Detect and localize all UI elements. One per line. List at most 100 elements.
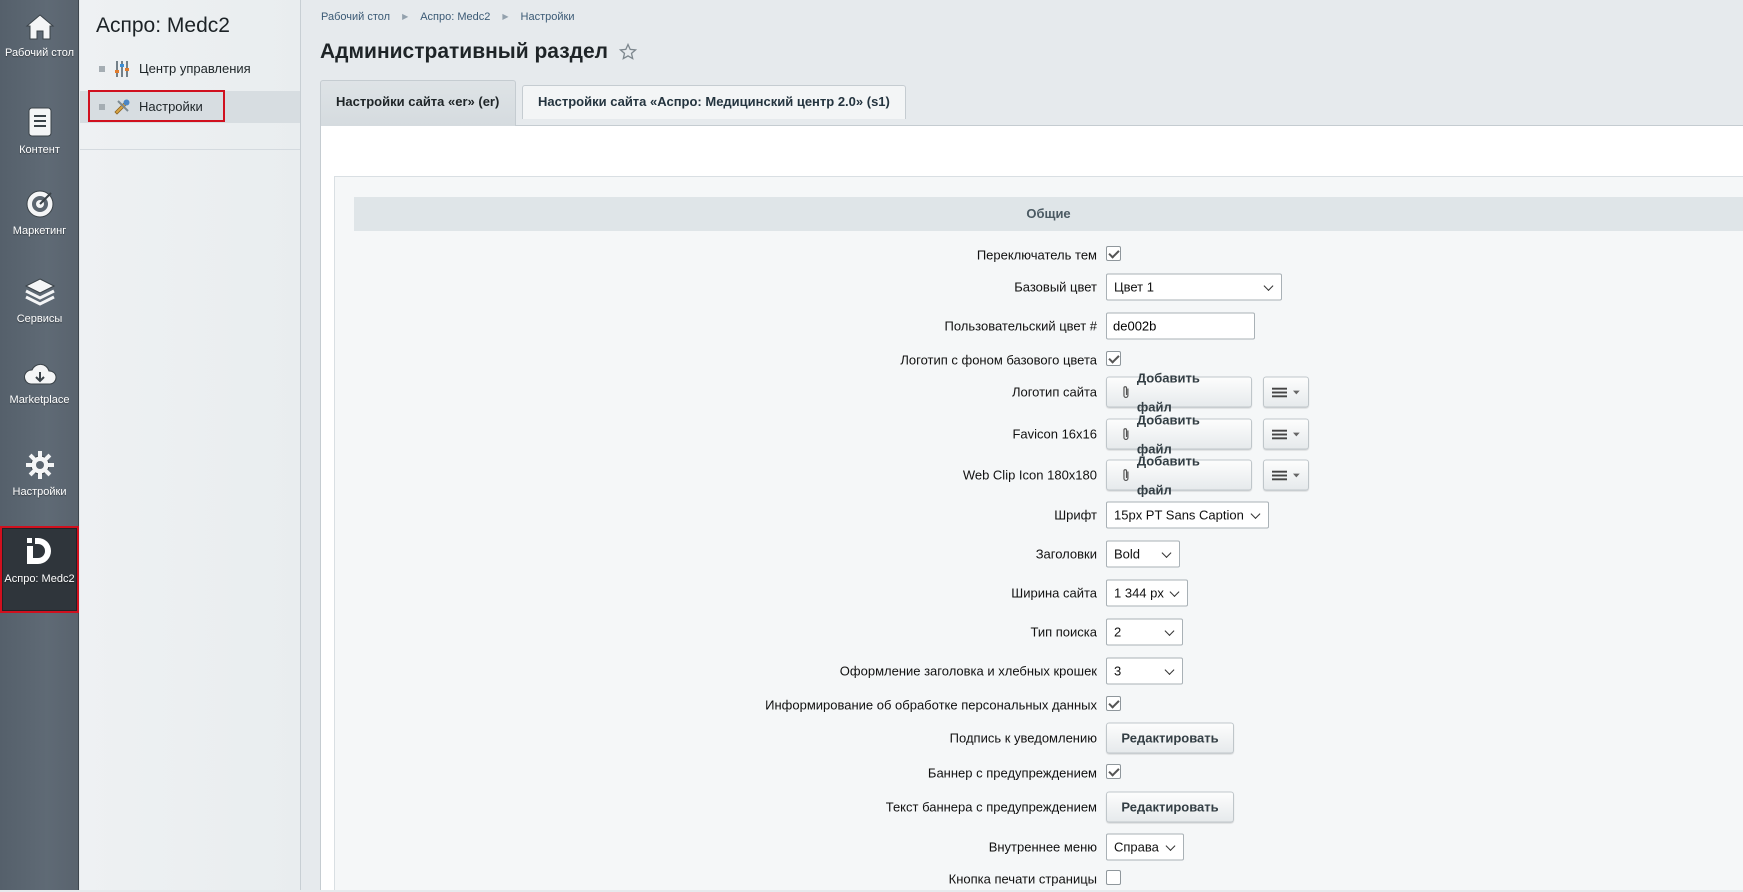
breadcrumb: Рабочий стол ▶ Аспро: Medc2 ▶ Настройки: [321, 11, 574, 23]
tab-site-er[interactable]: Настройки сайта «er» (er): [320, 80, 516, 126]
field-label: Внутреннее меню: [988, 839, 1097, 855]
rail-item-settings[interactable]: Настройки: [0, 450, 79, 498]
section-header: Общие: [354, 197, 1743, 231]
rail-item-services[interactable]: Сервисы: [0, 277, 79, 325]
star-icon[interactable]: [619, 43, 638, 61]
favicon-add-file-button[interactable]: Добавить файл: [1106, 412, 1252, 456]
row-favicon: Favicon 16x16 Добавить файл: [600, 412, 1700, 456]
selection-highlight: [88, 90, 225, 122]
menu-icon: [1272, 387, 1288, 397]
gear-icon: [25, 451, 54, 479]
menu-divider: [80, 149, 300, 150]
field-label: Ширина сайта: [1011, 585, 1097, 601]
rail-item-marketplace[interactable]: Marketplace: [0, 362, 79, 406]
field-label: Шрифт: [1054, 507, 1097, 523]
print-button-checkbox[interactable]: [1106, 870, 1121, 885]
tab-site-s1[interactable]: Настройки сайта «Аспро: Медицинский цент…: [522, 85, 906, 119]
field-label: Favicon 16x16: [1012, 426, 1097, 442]
webclip-add-file-button[interactable]: Добавить файл: [1106, 453, 1252, 497]
warn-banner-text-edit-button[interactable]: Редактировать: [1106, 791, 1234, 823]
row-notify-sign: Подпись к уведомлению Редактировать: [600, 722, 1700, 754]
site-width-select[interactable]: 1 344 px: [1106, 579, 1188, 607]
caret-down-icon: [1293, 432, 1300, 436]
row-headings: Заголовки Bold: [600, 540, 1700, 568]
search-type-select[interactable]: 2: [1106, 618, 1183, 646]
caret-down-icon: [1293, 473, 1300, 477]
cloud-download-icon: [23, 363, 56, 385]
left-rail: Рабочий стол Контент Маркетинг Сервисы M…: [0, 0, 79, 890]
row-print-button: Кнопка печати страницы: [600, 866, 1700, 892]
rail-label: Аспро: Medc2: [4, 573, 75, 585]
notify-sign-edit-button[interactable]: Редактировать: [1106, 722, 1234, 754]
menu-icon: [1272, 470, 1288, 480]
field-label: Пользовательский цвет #: [944, 318, 1097, 334]
rail-item-marketing[interactable]: Маркетинг: [0, 189, 79, 237]
field-label: Оформление заголовка и хлебных крошек: [839, 663, 1097, 679]
layers-icon: [24, 278, 55, 306]
rail-item-desktop[interactable]: Рабочий стол: [0, 13, 79, 59]
section-menu-panel: Аспро: Medc2 Центр управления Настройки: [80, 0, 301, 890]
field-label: Логотип сайта: [1011, 384, 1097, 400]
row-warn-banner: Баннер с предупреждением: [600, 760, 1700, 786]
caret-down-icon: [1293, 390, 1300, 394]
site-logo-menu-button[interactable]: [1263, 376, 1309, 408]
rail-label: Настройки: [12, 486, 67, 498]
page-title-row: Административный раздел: [320, 40, 638, 64]
sliders-icon: [115, 61, 129, 77]
rail-item-content[interactable]: Контент: [0, 106, 79, 156]
bullet-icon: [99, 66, 105, 72]
headings-select[interactable]: Bold: [1106, 540, 1180, 568]
row-base-color: Базовый цвет Цвет 1: [600, 273, 1700, 301]
rail-label: Marketplace: [9, 394, 70, 406]
custom-color-input[interactable]: [1106, 312, 1255, 340]
theme-switch-checkbox[interactable]: [1106, 246, 1121, 261]
menu-item-control-center[interactable]: Центр управления: [80, 53, 300, 85]
rail-item-aspro[interactable]: Аспро: Medc2: [0, 526, 79, 613]
webclip-menu-button[interactable]: [1263, 459, 1309, 491]
paperclip-icon: [1123, 468, 1129, 481]
warn-banner-checkbox[interactable]: [1106, 764, 1121, 779]
logo-bg-checkbox[interactable]: [1106, 351, 1121, 366]
rail-label: Сервисы: [16, 313, 63, 325]
row-custom-color: Пользовательский цвет #: [600, 312, 1700, 340]
field-label: Заголовки: [1035, 546, 1097, 562]
button-label: Добавить файл: [1136, 453, 1200, 497]
field-label: Кнопка печати страницы: [948, 871, 1097, 887]
favicon-menu-button[interactable]: [1263, 418, 1309, 450]
breadcrumb-chevron-icon: ▶: [402, 12, 409, 21]
rail-label: Контент: [19, 144, 60, 156]
breadcrumb-item[interactable]: Аспро: Medc2: [420, 11, 490, 23]
header-style-select[interactable]: 3: [1106, 657, 1183, 685]
inner-menu-select[interactable]: Справа: [1106, 833, 1184, 861]
breadcrumb-item[interactable]: Рабочий стол: [321, 11, 390, 23]
row-webclip: Web Clip Icon 180x180 Добавить файл: [600, 453, 1700, 497]
row-header-style: Оформление заголовка и хлебных крошек 3: [600, 657, 1700, 685]
pd-info-checkbox[interactable]: [1106, 696, 1121, 711]
field-label: Логотип с фоном базового цвета: [900, 352, 1097, 368]
row-site-logo: Логотип сайта Добавить файл: [600, 370, 1700, 414]
document-icon: [28, 107, 51, 137]
menu-icon: [1272, 429, 1288, 439]
field-label: Подпись к уведомлению: [949, 730, 1097, 746]
row-search-type: Тип поиска 2: [600, 618, 1700, 646]
menu-title: Аспро: Medc2: [96, 14, 230, 37]
row-font: Шрифт 15px PT Sans Caption: [600, 501, 1700, 529]
row-warn-banner-text: Текст баннера с предупреждением Редактир…: [600, 791, 1700, 823]
field-label: Web Clip Icon 180x180: [962, 467, 1097, 483]
field-label: Текст баннера с предупреждением: [885, 799, 1097, 815]
font-select[interactable]: 15px PT Sans Caption: [1106, 501, 1269, 529]
paperclip-icon: [1123, 427, 1129, 440]
base-color-select[interactable]: Цвет 1: [1106, 273, 1282, 301]
breadcrumb-item[interactable]: Настройки: [521, 11, 575, 23]
rail-label: Рабочий стол: [4, 47, 75, 59]
menu-item-label: Центр управления: [139, 61, 251, 76]
site-logo-add-file-button[interactable]: Добавить файл: [1106, 370, 1252, 414]
aspro-logo-icon: [26, 538, 51, 564]
field-label: Информирование об обработке персональных…: [765, 697, 1097, 713]
paperclip-icon: [1123, 385, 1129, 398]
row-pd-info: Информирование об обработке персональных…: [600, 692, 1700, 718]
home-icon: [25, 14, 54, 40]
field-label: Баннер с предупреждением: [927, 765, 1097, 781]
target-icon: [26, 190, 53, 218]
field-label: Переключатель тем: [976, 247, 1097, 263]
